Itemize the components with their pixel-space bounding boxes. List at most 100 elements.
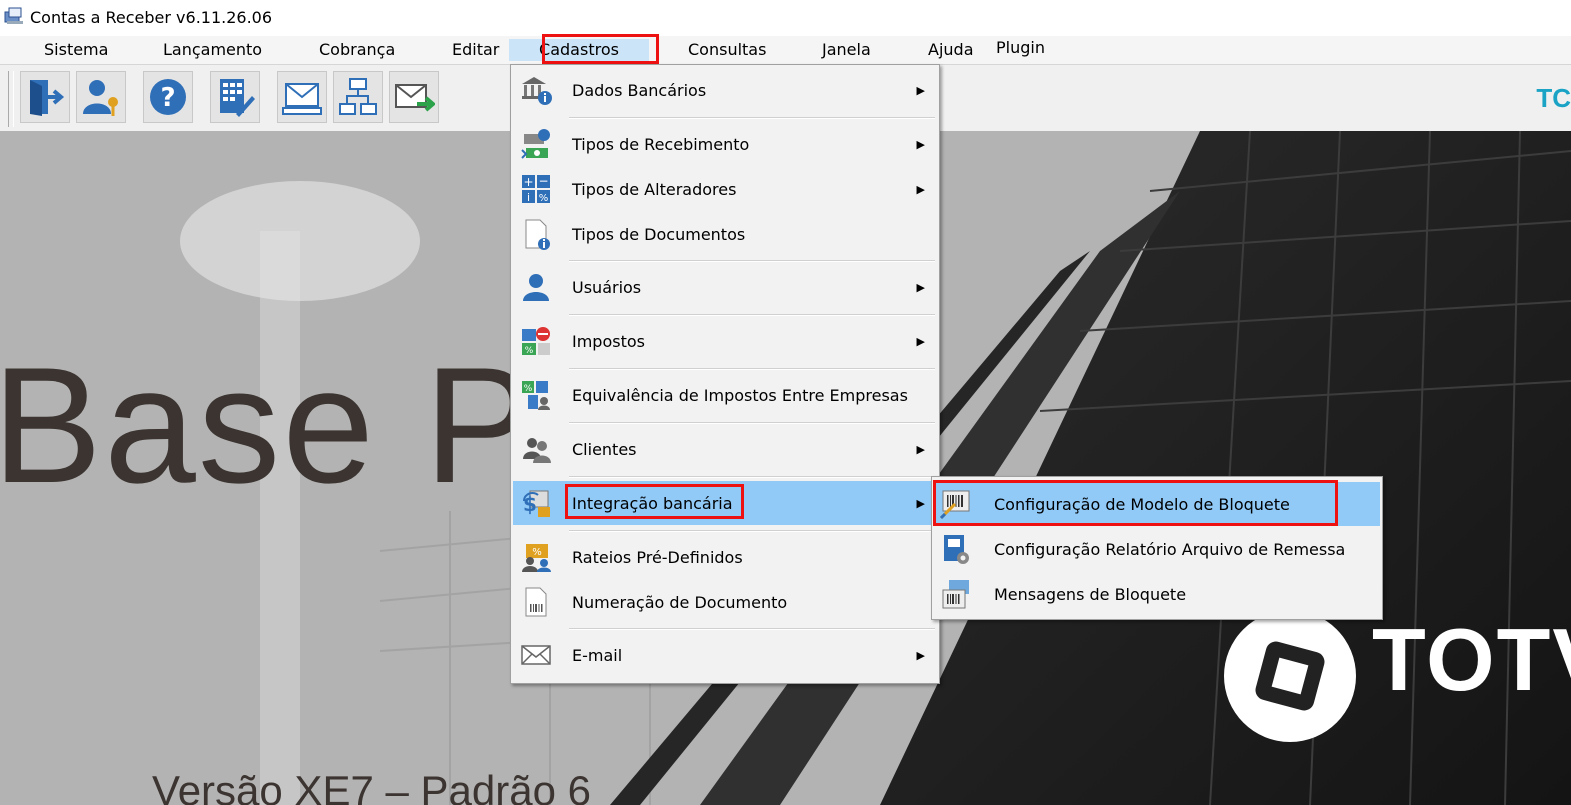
submenu-arrow-icon: ▶	[916, 83, 925, 97]
submenu-item-label: Configuração Relatório Arquivo de Remess…	[994, 539, 1346, 559]
menu-item-label: Impostos	[572, 331, 645, 351]
barcode-config-icon	[938, 487, 972, 521]
exit-button[interactable]	[20, 71, 70, 123]
apportionment-icon: %	[519, 540, 553, 574]
menu-item-email[interactable]: E-mail ▶	[513, 633, 937, 677]
menu-item-label: Dados Bancários	[572, 80, 707, 100]
menu-item-integracao-bancaria[interactable]: $ Integração bancária ▶	[513, 481, 937, 525]
menu-cadastros-label: Cadastros	[539, 40, 619, 59]
menu-separator	[569, 530, 935, 532]
user-access-button[interactable]	[76, 71, 126, 123]
calc-percent-icon: + − i%	[519, 172, 553, 206]
menu-cadastros[interactable]: Cadastros	[509, 39, 649, 61]
org-chart-icon	[339, 78, 377, 115]
app-icon	[4, 7, 23, 24]
brand-text: TC	[1536, 83, 1571, 113]
tax-equivalence-icon: %	[519, 378, 553, 412]
mail-send-icon	[395, 84, 435, 112]
menu-item-impostos[interactable]: % Impostos ▶	[513, 319, 937, 363]
calculator-edit-icon	[220, 79, 255, 117]
mail-print-button[interactable]	[277, 71, 327, 123]
svg-text:%: %	[539, 193, 549, 204]
menu-separator	[569, 476, 935, 478]
user-key-icon	[83, 80, 118, 116]
submenu-arrow-icon: ▶	[916, 334, 925, 348]
menu-janela[interactable]: Janela	[816, 39, 877, 61]
calculator-edit-button[interactable]	[210, 71, 260, 123]
menu-item-label: Equivalência de Impostos Entre Empresas	[572, 385, 908, 405]
submenu-item-label: Mensagens de Bloquete	[994, 584, 1187, 604]
document-info-icon	[519, 217, 553, 251]
tax-icon: %	[519, 324, 553, 358]
menu-separator	[569, 628, 935, 630]
submenu-item-label: Configuração de Modelo de Bloquete	[994, 494, 1290, 514]
menu-sistema[interactable]: Sistema	[38, 39, 114, 61]
svg-text:?: ?	[160, 83, 175, 113]
menu-separator	[569, 368, 935, 370]
integracao-submenu: Configuração de Modelo de Bloquete Confi…	[931, 476, 1383, 620]
cadastros-menu: Dados Bancários ▶ Tipos de Recebimento ▶…	[510, 64, 940, 684]
menu-separator	[569, 260, 935, 262]
org-chart-button[interactable]	[333, 71, 383, 123]
brand-logo-text: TOTV	[1372, 610, 1571, 709]
svg-text:−: −	[538, 174, 548, 188]
toolbar-grip[interactable]	[8, 71, 14, 127]
mail-send-button[interactable]	[389, 71, 439, 123]
exit-door-icon	[30, 80, 65, 116]
menu-item-label: Numeração de Documento	[572, 592, 788, 612]
svg-text:%: %	[532, 547, 542, 558]
submenu-arrow-icon: ▶	[916, 182, 925, 196]
svg-text:%: %	[525, 346, 534, 356]
menu-item-clientes[interactable]: Clientes ▶	[513, 427, 937, 471]
submenu-arrow-icon: ▶	[916, 280, 925, 294]
menu-ajuda[interactable]: Ajuda	[922, 39, 980, 61]
help-button[interactable]: ?	[143, 71, 193, 123]
menu-item-label: Clientes	[572, 439, 637, 459]
menu-separator	[569, 422, 935, 424]
menu-item-rateios-predefinidos[interactable]: % Rateios Pré-Definidos	[513, 535, 937, 579]
menu-item-label: Tipos de Documentos	[572, 224, 746, 244]
menu-separator	[569, 117, 935, 119]
menu-item-label: Usuários	[572, 277, 642, 297]
menu-item-tipos-alteradores[interactable]: + − i% Tipos de Alteradores ▶	[513, 167, 937, 211]
submenu-item-config-relatorio-remessa[interactable]: Configuração Relatório Arquivo de Remess…	[934, 527, 1380, 571]
money-receive-icon	[519, 127, 553, 161]
menu-item-dados-bancarios[interactable]: Dados Bancários ▶	[513, 68, 937, 112]
submenu-item-config-modelo-bloquete[interactable]: Configuração de Modelo de Bloquete	[934, 482, 1380, 526]
bank-integration-icon: $	[519, 486, 553, 520]
menu-item-label: Tipos de Alteradores	[572, 179, 737, 199]
background-headline: Base P	[0, 333, 536, 517]
clients-icon	[519, 432, 553, 466]
menu-consultas[interactable]: Consultas	[682, 39, 772, 61]
report-gear-icon	[938, 532, 972, 566]
submenu-arrow-icon: ▶	[916, 648, 925, 662]
menu-item-numeracao-documento[interactable]: Numeração de Documento	[513, 580, 937, 624]
menu-item-equivalencia-impostos[interactable]: % Equivalência de Impostos Entre Empresa…	[513, 373, 937, 417]
message-barcode-icon	[938, 577, 972, 611]
bank-info-icon	[519, 73, 553, 107]
menu-item-label: Rateios Pré-Definidos	[572, 547, 743, 567]
menu-item-label: E-mail	[572, 645, 623, 665]
menu-item-tipos-documentos[interactable]: Tipos de Documentos	[513, 212, 937, 256]
menu-item-tipos-recebimento[interactable]: Tipos de Recebimento ▶	[513, 122, 937, 166]
menu-plugin[interactable]: Plugin	[990, 37, 1051, 59]
email-icon	[519, 638, 553, 672]
menu-lancamento[interactable]: Lançamento	[157, 39, 268, 61]
submenu-item-mensagens-bloquete[interactable]: Mensagens de Bloquete	[934, 572, 1380, 616]
mail-print-icon	[282, 83, 322, 115]
window-title: Contas a Receber v6.11.26.06	[30, 8, 273, 27]
menu-editar[interactable]: Editar	[446, 39, 505, 61]
svg-text:i: i	[527, 191, 530, 204]
svg-text:+: +	[523, 175, 533, 189]
menu-cobranca[interactable]: Cobrança	[313, 39, 401, 61]
background-version: Versão XE7 – Padrão 6	[152, 767, 591, 805]
user-icon	[519, 270, 553, 304]
submenu-arrow-icon: ▶	[916, 496, 925, 510]
menu-item-label: Tipos de Recebimento	[572, 134, 750, 154]
menu-separator	[569, 314, 935, 316]
help-icon: ?	[150, 79, 186, 115]
title-bar: Contas a Receber v6.11.26.06	[0, 0, 1571, 36]
menu-item-usuarios[interactable]: Usuários ▶	[513, 265, 937, 309]
document-barcode-icon	[519, 585, 553, 619]
totvs-logo-icon	[1224, 610, 1356, 742]
